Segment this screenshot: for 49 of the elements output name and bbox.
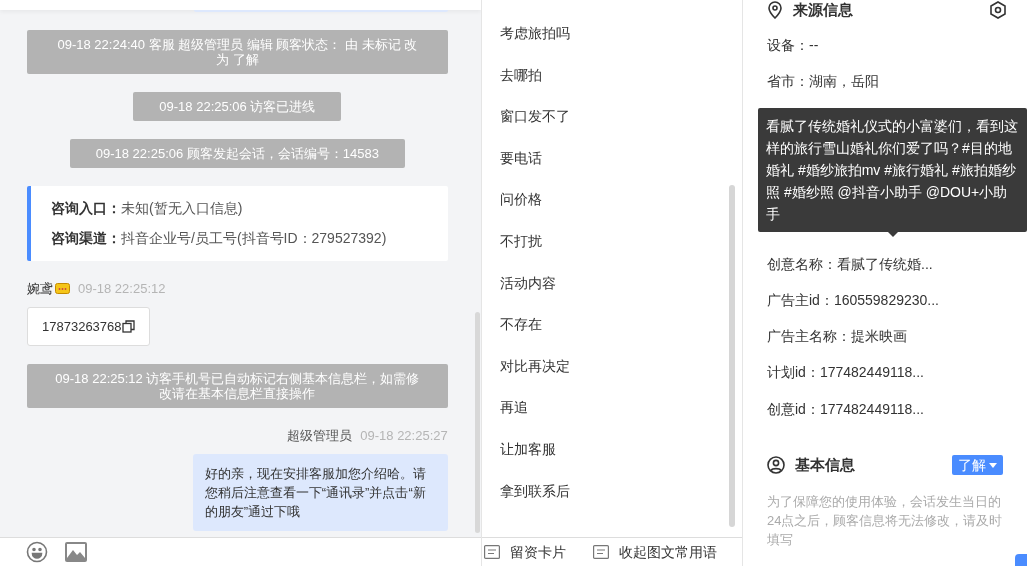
info-row-text: 创意名称：看腻了传统婚...	[767, 254, 933, 274]
info-row-text: 创意id：177482449118...	[767, 399, 924, 419]
info-row-text: 广告主id：160559829230...	[767, 290, 939, 310]
location-icon	[767, 1, 783, 19]
message-bubble: 好的亲，现在安排客服加您介绍哈。请您稍后注意查看一下“通讯录”并点击“新的朋友”通过下哦	[192, 453, 448, 531]
card-icon	[592, 545, 609, 559]
footer-button[interactable]: 留资卡片	[483, 541, 566, 563]
quick-reply-item[interactable]: 活动内容	[499, 272, 742, 315]
emoji-icon[interactable]	[26, 541, 48, 563]
info-label: 咨询渠道：	[51, 229, 121, 248]
footer-button[interactable]: 收起图文常用语	[592, 541, 717, 563]
user-icon	[767, 456, 785, 475]
info-row-text: 广告主名称：提米映画	[767, 327, 907, 347]
phone-number: 17873263768	[42, 317, 122, 336]
system-message: 09-18 22:25:12 访客手机号已自动标记右侧基本信息栏，如需修改请在基本信息栏直接操作	[27, 364, 448, 408]
quick-reply-item[interactable]: 考虑旅拍吗	[499, 23, 742, 65]
quick-reply-item[interactable]: 让加客服	[499, 438, 742, 481]
message-time: 09-18 22:25:12	[78, 280, 166, 298]
info-row-text: 设备：--	[767, 36, 819, 55]
section-title: 来源信息	[793, 0, 853, 20]
quick-reply-item[interactable]: 拿到联系后	[499, 480, 742, 523]
info-row-text: 计划id：177482449118...	[767, 363, 924, 383]
agent-name: 超级管理员	[287, 427, 353, 445]
quick-reply-item[interactable]: 再追	[499, 397, 742, 439]
info-label: 咨询入口：	[51, 199, 121, 218]
copy-icon[interactable]	[121, 319, 135, 333]
card-icon	[483, 545, 500, 559]
info-value: 抖音企业号/员工号(抖音号ID：279527392)	[121, 229, 387, 248]
message-time: 09-18 22:25:27	[360, 427, 448, 445]
tooltip-arrow-icon	[888, 231, 898, 237]
system-message: 09-18 22:25:06 顾客发起会话，会话编号：14583	[69, 139, 405, 168]
quick-reply-item[interactable]: 对比再决定	[499, 355, 742, 398]
quick-reply-item[interactable]: 问价格	[499, 189, 742, 231]
visitor-name: 婉鸢	[27, 280, 53, 298]
notice-text: 为了保障您的使用体验，会话发生当日的24点之后，顾客信息将无法修改，请及时填写	[767, 492, 1004, 549]
info-row-text: 省市：湖南，岳阳	[767, 72, 879, 92]
system-message: 09-18 22:25:06 访客已进线	[133, 92, 342, 121]
crown-badge-icon	[55, 283, 70, 295]
quick-reply-item[interactable]: 不存在	[499, 314, 742, 356]
section-title: 基本信息	[795, 455, 855, 476]
quick-reply-item[interactable]: 不打扰	[499, 230, 742, 273]
quick-reply-item[interactable]: 要电话	[499, 147, 742, 190]
image-icon[interactable]	[65, 542, 87, 562]
quick-reply-item[interactable]: 去哪拍	[499, 64, 742, 107]
quick-reply-item[interactable]: 窗口发不了	[499, 106, 742, 148]
settings-icon[interactable]	[989, 1, 1007, 19]
info-value: 未知(暂无入口信息)	[121, 199, 243, 218]
system-message: 09-18 22:24:40 客服 超级管理员 编辑 顾客状态： 由 未标记 改为 了解	[27, 30, 448, 74]
caret-icon	[989, 462, 997, 468]
